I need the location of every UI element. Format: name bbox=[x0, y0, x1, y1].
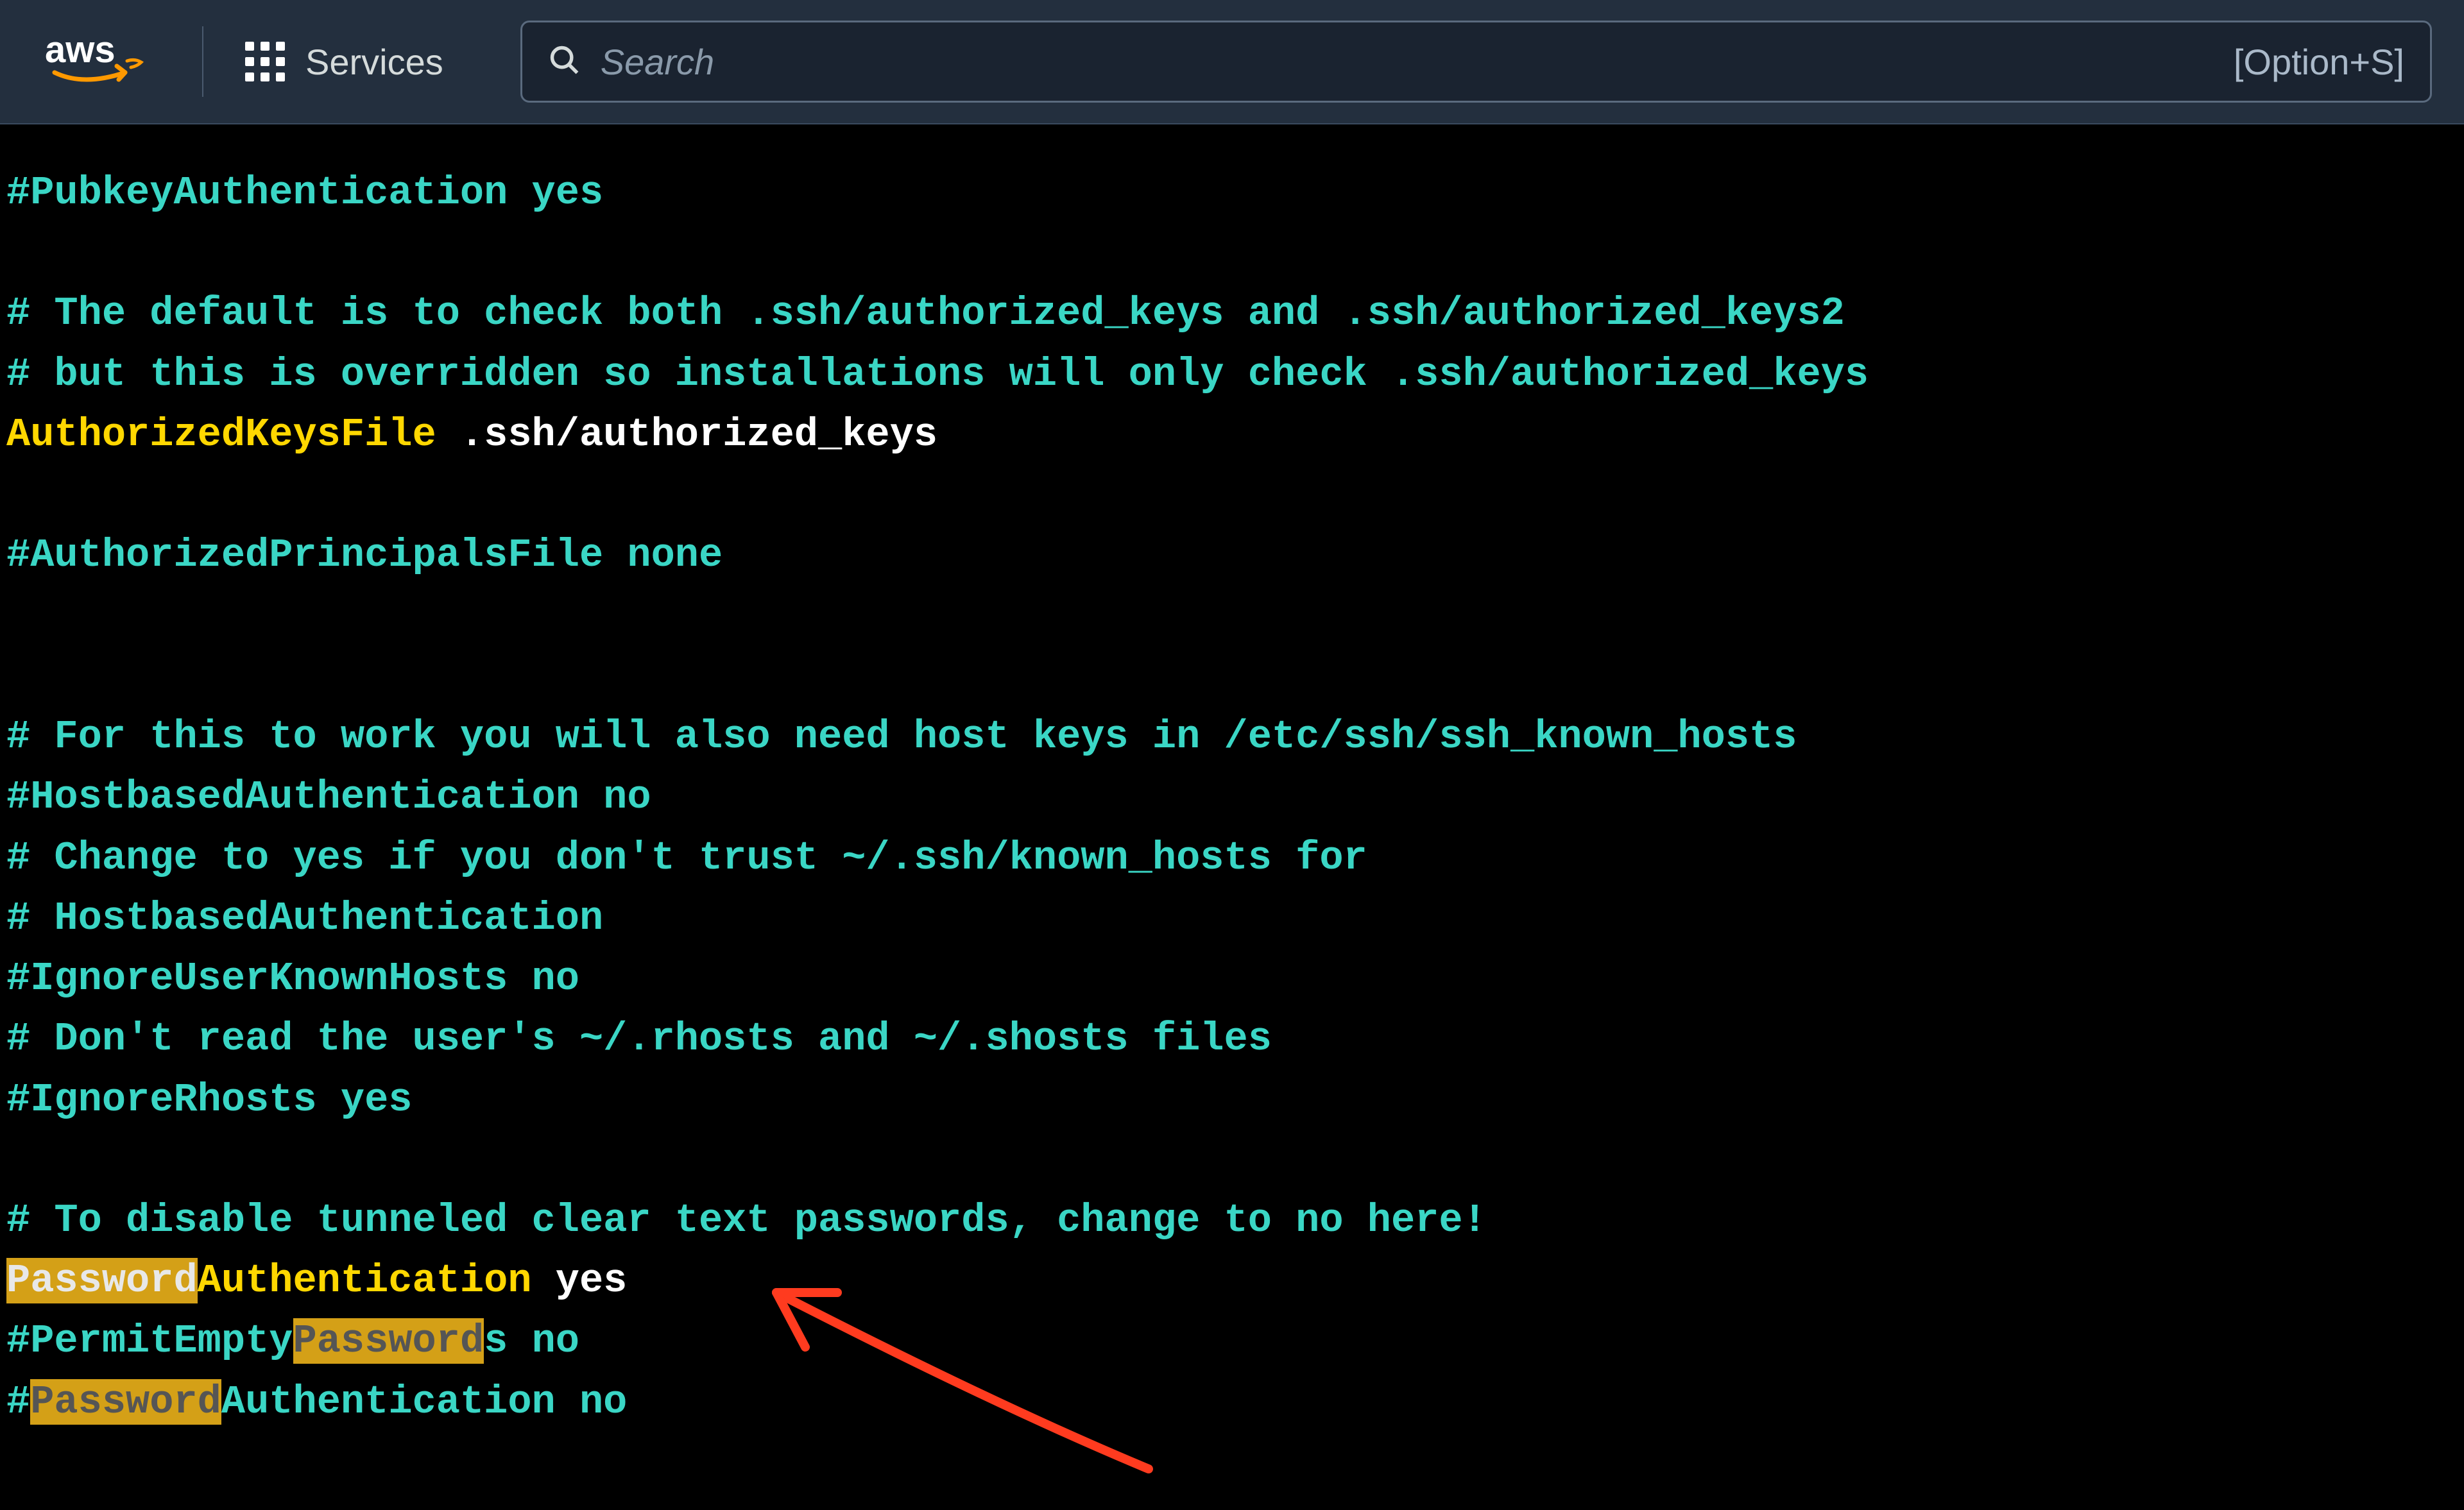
config-line: #PubkeyAuthentication yes bbox=[6, 170, 603, 216]
search-container[interactable]: [Option+S] bbox=[520, 21, 2432, 103]
config-line: #HostbasedAuthentication no bbox=[6, 774, 651, 820]
svg-text:aws: aws bbox=[45, 30, 116, 71]
terminal-content[interactable]: #PubkeyAuthentication yes # The default … bbox=[0, 124, 2464, 1432]
config-text: Authentication no bbox=[221, 1379, 628, 1425]
search-highlight: Password bbox=[6, 1258, 198, 1303]
config-line: #IgnoreUserKnownHosts no bbox=[6, 956, 579, 1001]
config-comment: # The default is to check both .ssh/auth… bbox=[6, 291, 1845, 336]
config-comment: # HostbasedAuthentication bbox=[6, 895, 603, 941]
config-line: #IgnoreRhosts yes bbox=[6, 1077, 413, 1123]
config-text: PermitEmpty bbox=[30, 1318, 293, 1364]
config-value: .ssh/authorized_keys bbox=[436, 412, 937, 457]
config-line: # bbox=[6, 1318, 30, 1364]
config-key: AuthorizedKeysFile bbox=[6, 412, 436, 457]
services-label: Services bbox=[305, 41, 443, 83]
config-key: Authentication bbox=[198, 1258, 532, 1303]
search-highlight: Password bbox=[293, 1318, 484, 1364]
aws-header: aws Services [Option+S] bbox=[0, 0, 2464, 124]
header-divider bbox=[202, 26, 203, 97]
services-button[interactable]: Services bbox=[226, 41, 463, 83]
services-grid-icon bbox=[245, 42, 285, 81]
config-text: s bbox=[484, 1318, 508, 1364]
config-comment: # Change to yes if you don't trust ~/.ss… bbox=[6, 835, 1367, 881]
config-comment: # but this is overridden so installation… bbox=[6, 352, 1869, 397]
aws-logo[interactable]: aws bbox=[32, 0, 180, 123]
search-input[interactable] bbox=[601, 41, 2214, 83]
config-comment: # To disable tunneled clear text passwor… bbox=[6, 1198, 1487, 1243]
search-icon bbox=[548, 44, 581, 80]
search-shortcut-hint: [Option+S] bbox=[2234, 41, 2404, 83]
config-comment: # Don't read the user's ~/.rhosts and ~/… bbox=[6, 1016, 1272, 1062]
config-line: #AuthorizedPrincipalsFile none bbox=[6, 532, 723, 578]
config-value: no bbox=[508, 1318, 579, 1364]
config-comment: # For this to work you will also need ho… bbox=[6, 714, 1797, 759]
config-value: yes bbox=[532, 1258, 628, 1303]
config-line: # bbox=[6, 1379, 30, 1425]
search-highlight: Password bbox=[30, 1379, 221, 1425]
